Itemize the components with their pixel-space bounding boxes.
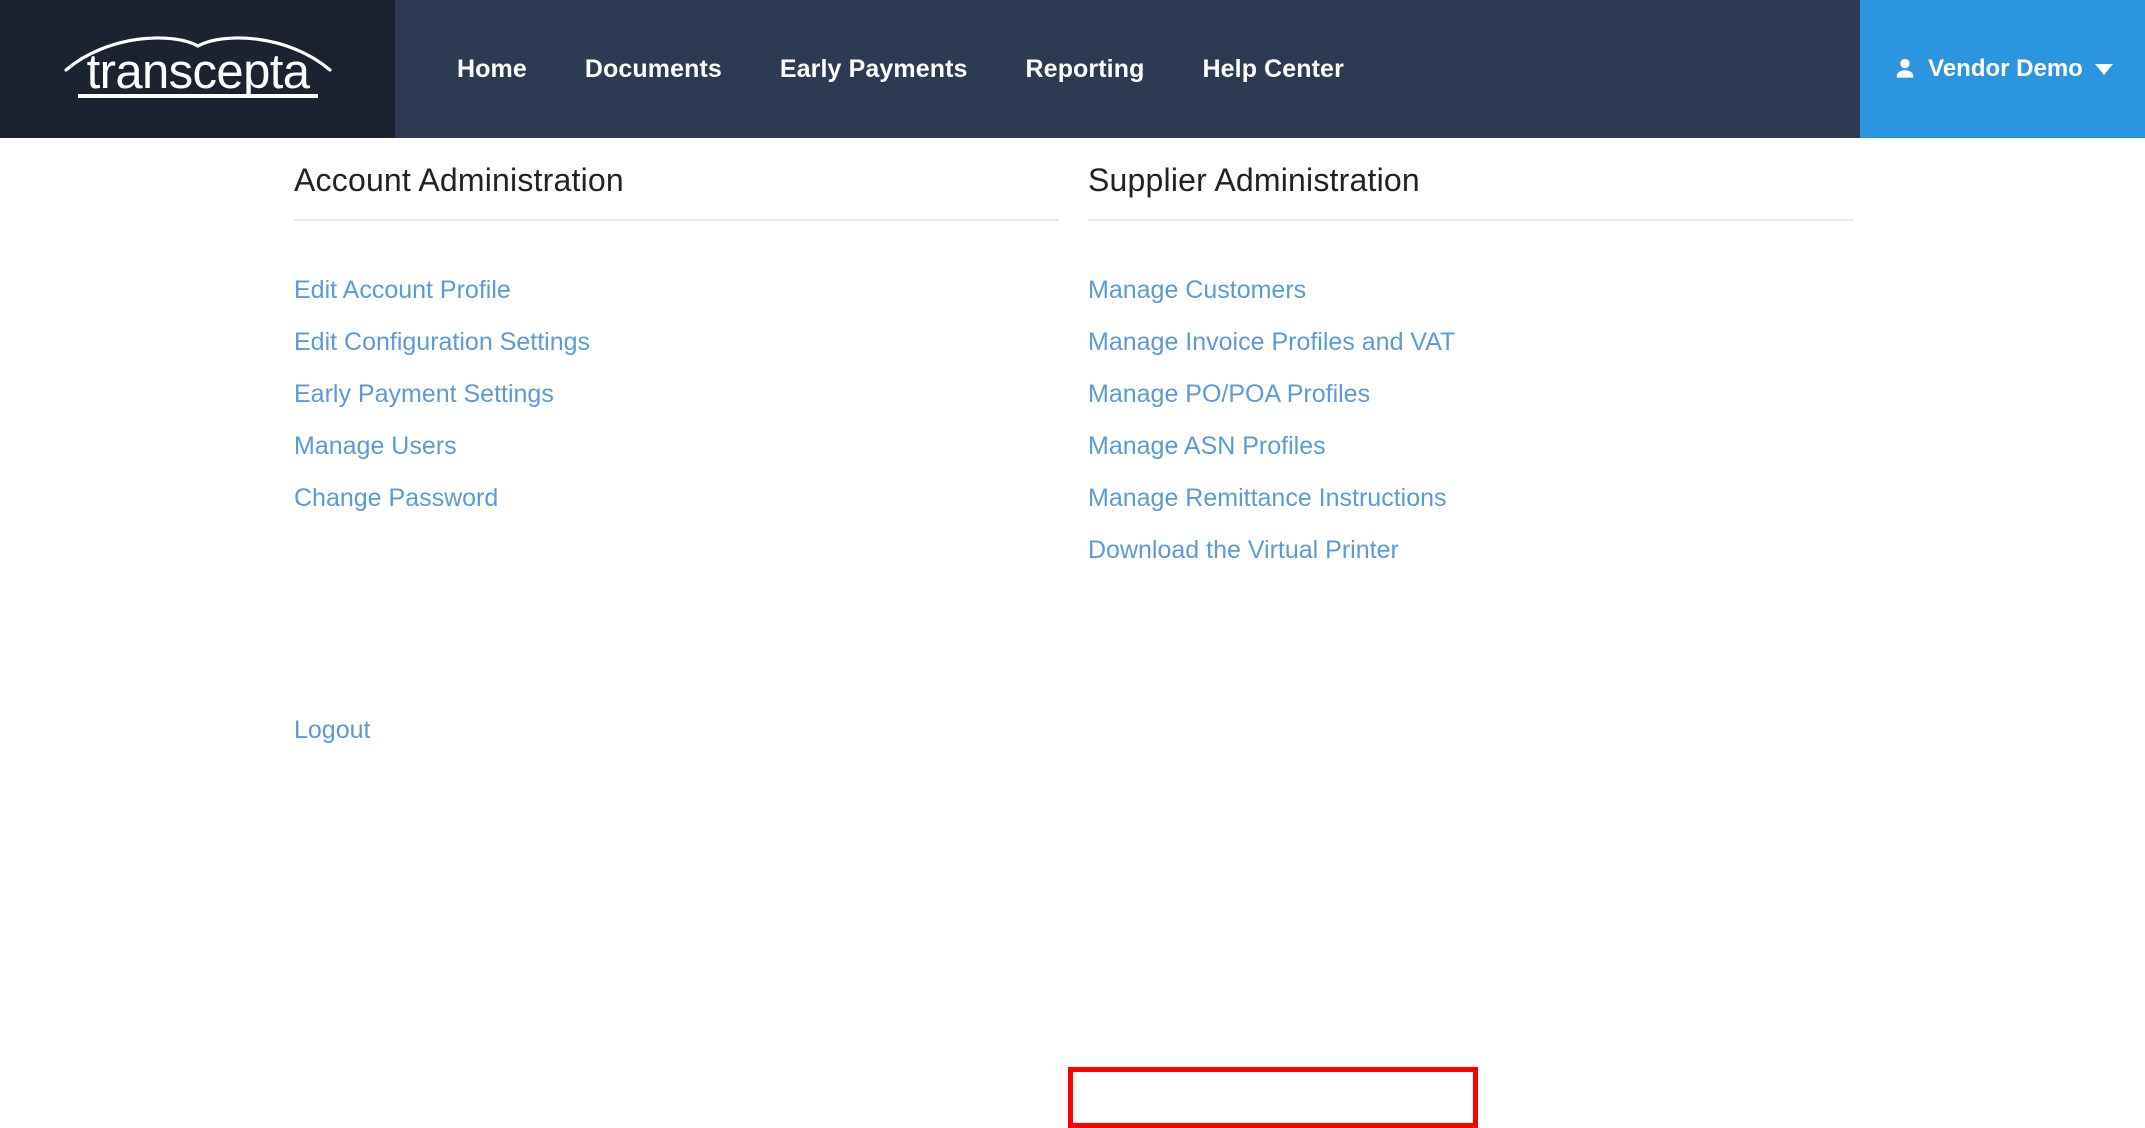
list-item: Edit Configuration Settings	[294, 317, 1059, 369]
nav-item-reporting[interactable]: Reporting	[997, 0, 1174, 138]
nav-item-home[interactable]: Home	[428, 0, 556, 138]
list-item: Manage Customers	[1088, 265, 1853, 317]
supplier-administration-links: Manage Customers Manage Invoice Profiles…	[1088, 221, 1853, 577]
brand-logo-link[interactable]: transcepta	[0, 0, 395, 138]
list-item: Manage ASN Profiles	[1088, 421, 1853, 473]
supplier-administration-heading: Supplier Administration	[1088, 138, 1853, 199]
user-name-label: Vendor Demo	[1928, 55, 2083, 83]
link-manage-users[interactable]: Manage Users	[294, 421, 457, 473]
link-manage-remittance-instructions[interactable]: Manage Remittance Instructions	[1088, 473, 1447, 525]
link-manage-customers[interactable]: Manage Customers	[1088, 265, 1306, 317]
caret-down-icon[interactable]	[2095, 64, 2113, 75]
supplier-administration-section: Supplier Administration Manage Customers…	[1088, 138, 1853, 577]
list-item: Edit Account Profile	[294, 265, 1059, 317]
app-header: transcepta Home Documents Early Payments…	[0, 0, 2145, 138]
list-item: Manage Remittance Instructions	[1088, 473, 1853, 525]
highlight-annotation-box	[1068, 1067, 1478, 1128]
list-item: Manage Invoice Profiles and VAT	[1088, 317, 1853, 369]
link-manage-asn-profiles[interactable]: Manage ASN Profiles	[1088, 421, 1326, 473]
link-early-payment-settings[interactable]: Early Payment Settings	[294, 369, 554, 421]
nav-item-help-center[interactable]: Help Center	[1173, 0, 1372, 138]
link-edit-configuration-settings[interactable]: Edit Configuration Settings	[294, 317, 590, 369]
svg-text:transcepta: transcepta	[86, 45, 310, 99]
list-item: Change Password	[294, 473, 1059, 525]
main-navigation: Home Documents Early Payments Reporting …	[395, 0, 1860, 138]
list-item: Manage Users	[294, 421, 1059, 473]
link-change-password[interactable]: Change Password	[294, 473, 498, 525]
page-content: Account Administration Edit Account Prof…	[0, 138, 2145, 870]
transcepta-swoosh-logo: transcepta	[48, 30, 348, 108]
list-item: Download the Virtual Printer	[1088, 525, 1853, 577]
user-menu-button[interactable]: Vendor Demo	[1860, 0, 2145, 138]
nav-item-early-payments[interactable]: Early Payments	[751, 0, 997, 138]
account-administration-links: Edit Account Profile Edit Configuration …	[294, 221, 1059, 525]
list-item: Early Payment Settings	[294, 369, 1059, 421]
link-download-the-virtual-printer[interactable]: Download the Virtual Printer	[1088, 525, 1399, 577]
list-item: Manage PO/POA Profiles	[1088, 369, 1853, 421]
nav-item-documents[interactable]: Documents	[556, 0, 751, 138]
link-manage-po-poa-profiles[interactable]: Manage PO/POA Profiles	[1088, 369, 1370, 421]
link-edit-account-profile[interactable]: Edit Account Profile	[294, 265, 511, 317]
account-administration-section: Account Administration Edit Account Prof…	[294, 138, 1059, 525]
link-manage-invoice-profiles-and-vat[interactable]: Manage Invoice Profiles and VAT	[1088, 317, 1455, 369]
logout-link[interactable]: Logout	[294, 716, 370, 744]
person-icon	[1892, 56, 1918, 82]
account-administration-heading: Account Administration	[294, 138, 1059, 199]
